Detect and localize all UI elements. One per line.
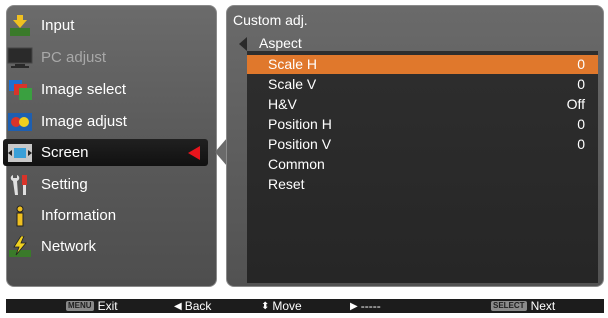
help-move-label: Move (272, 299, 302, 313)
selection-arrow-icon (188, 146, 200, 160)
menu-key-icon: MENU (66, 301, 94, 311)
option-reset[interactable]: Reset (247, 175, 598, 194)
menu-item-label: PC adjust (41, 49, 107, 66)
menu-item-pc-adjust[interactable]: PC adjust (3, 44, 208, 71)
menu-item-information[interactable]: Information (3, 202, 208, 229)
menu-item-network[interactable]: Network (3, 233, 208, 260)
option-position-v[interactable]: Position V 0 (247, 135, 598, 154)
help-back: ◀ Back (174, 299, 211, 313)
option-scale-v[interactable]: Scale V 0 (247, 75, 598, 94)
back-tab-aspect[interactable]: Aspect (239, 34, 598, 52)
option-label: Common (268, 156, 325, 172)
panel-title: Custom adj. (233, 12, 308, 28)
option-h-and-v[interactable]: H&V Off (247, 95, 598, 114)
option-label: Position V (268, 136, 332, 152)
option-label: H&V (268, 96, 297, 112)
help-next: SELECT Next (491, 299, 555, 313)
image-select-icon (5, 78, 35, 102)
image-adjust-icon (5, 110, 35, 134)
help-back-label: Back (184, 299, 212, 313)
input-icon (5, 14, 35, 38)
network-icon (5, 235, 35, 259)
help-exit-label: Exit (97, 299, 118, 313)
menu-item-label: Input (41, 17, 75, 34)
option-value: 0 (577, 56, 585, 72)
help-right-label: ----- (360, 299, 381, 313)
right-arrow-icon: ▶ (350, 300, 358, 312)
help-exit: MENU Exit (66, 299, 118, 313)
menu-item-image-select[interactable]: Image select (3, 76, 208, 103)
menu-item-image-adjust[interactable]: Image adjust (3, 108, 208, 135)
option-label: Scale H (268, 56, 318, 72)
back-arrow-icon (239, 37, 247, 51)
menu-item-label: Setting (41, 176, 88, 193)
option-value: 0 (577, 116, 585, 132)
menu-item-label: Information (41, 207, 117, 224)
menu-item-setting[interactable]: Setting (3, 171, 208, 198)
help-right: ▶ ----- (350, 299, 381, 313)
select-key-icon: SELECT (491, 301, 527, 311)
menu-item-label: Network (41, 238, 97, 255)
option-common[interactable]: Common (247, 155, 598, 174)
pc-adjust-icon (5, 46, 35, 70)
menu-item-label: Image select (41, 81, 127, 98)
option-label: Position H (268, 116, 332, 132)
help-move: ⬍ Move (261, 299, 302, 313)
option-value: 0 (577, 136, 585, 152)
option-value: Off (566, 96, 585, 112)
left-arrow-icon: ◀ (174, 300, 182, 312)
screen-icon (5, 141, 35, 165)
back-tab-label: Aspect (259, 35, 302, 51)
option-label: Reset (268, 176, 305, 192)
setting-icon (5, 173, 35, 197)
menu-item-label: Screen (41, 144, 89, 161)
menu-item-input[interactable]: Input (3, 12, 208, 39)
option-scale-h[interactable]: Scale H 0 (247, 55, 598, 74)
information-icon (5, 204, 35, 228)
option-position-h[interactable]: Position H 0 (247, 115, 598, 134)
help-bar: MENU Exit ◀ Back ⬍ Move ▶ ----- SELECT N… (6, 299, 604, 313)
up-down-arrow-icon: ⬍ (261, 300, 270, 312)
option-value: 0 (577, 76, 585, 92)
menu-item-screen[interactable]: Screen (3, 139, 208, 166)
option-label: Scale V (268, 76, 317, 92)
menu-item-label: Image adjust (41, 113, 127, 130)
help-next-label: Next (530, 299, 556, 313)
